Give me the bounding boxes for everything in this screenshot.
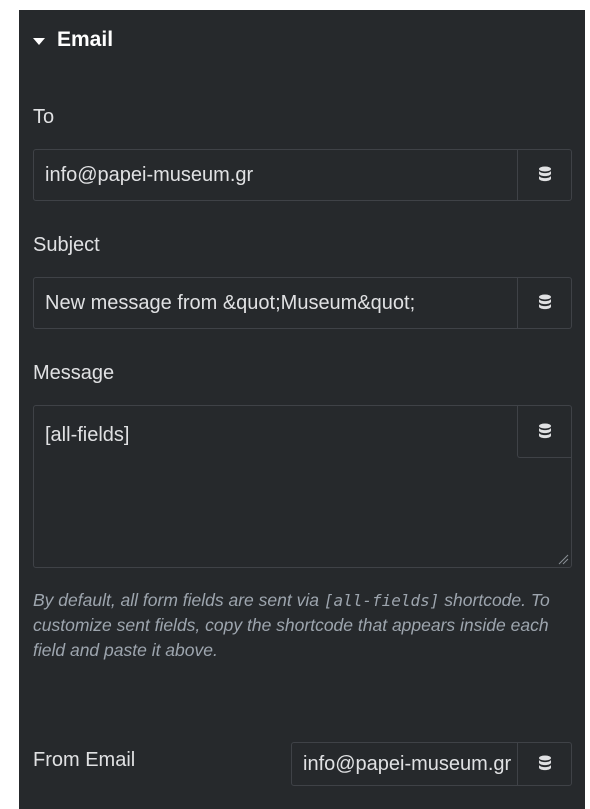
from-email-input[interactable]: info@papei-museum.gr [292, 743, 517, 785]
subject-input[interactable]: New message from &quot;Museum&quot; [34, 278, 517, 328]
help-shortcode: [all-fields] [323, 591, 440, 610]
message-help-text: By default, all form fields are sent via… [33, 588, 573, 663]
message-dynamic-tags-button[interactable] [517, 406, 571, 458]
to-label: To [33, 106, 55, 128]
message-field[interactable]: [all-fields] [33, 405, 572, 568]
to-input[interactable]: info@papei-museum.gr [34, 150, 517, 200]
caret-down-icon [33, 37, 45, 45]
section-title: Email [57, 28, 114, 51]
subject-dynamic-tags-button[interactable] [517, 278, 571, 328]
help-prefix: By default, all form fields are sent via [33, 590, 324, 610]
resize-handle-icon[interactable] [557, 553, 569, 565]
subject-label: Subject [33, 234, 100, 256]
from-email-field: info@papei-museum.gr [291, 742, 572, 786]
database-icon [538, 294, 551, 310]
database-icon [538, 166, 551, 182]
database-icon [538, 423, 551, 438]
email-section-toggle[interactable]: Email [33, 28, 113, 52]
from-email-label: From Email [33, 749, 136, 771]
to-field: info@papei-museum.gr [33, 149, 572, 201]
email-settings-panel: Email To info@papei-museum.gr Subject Ne… [19, 10, 585, 809]
database-icon [538, 755, 551, 771]
message-textarea[interactable]: [all-fields] [45, 424, 129, 447]
subject-field: New message from &quot;Museum&quot; [33, 277, 572, 329]
message-label: Message [33, 362, 115, 384]
to-dynamic-tags-button[interactable] [517, 150, 571, 200]
from-email-dynamic-tags-button[interactable] [517, 743, 571, 785]
